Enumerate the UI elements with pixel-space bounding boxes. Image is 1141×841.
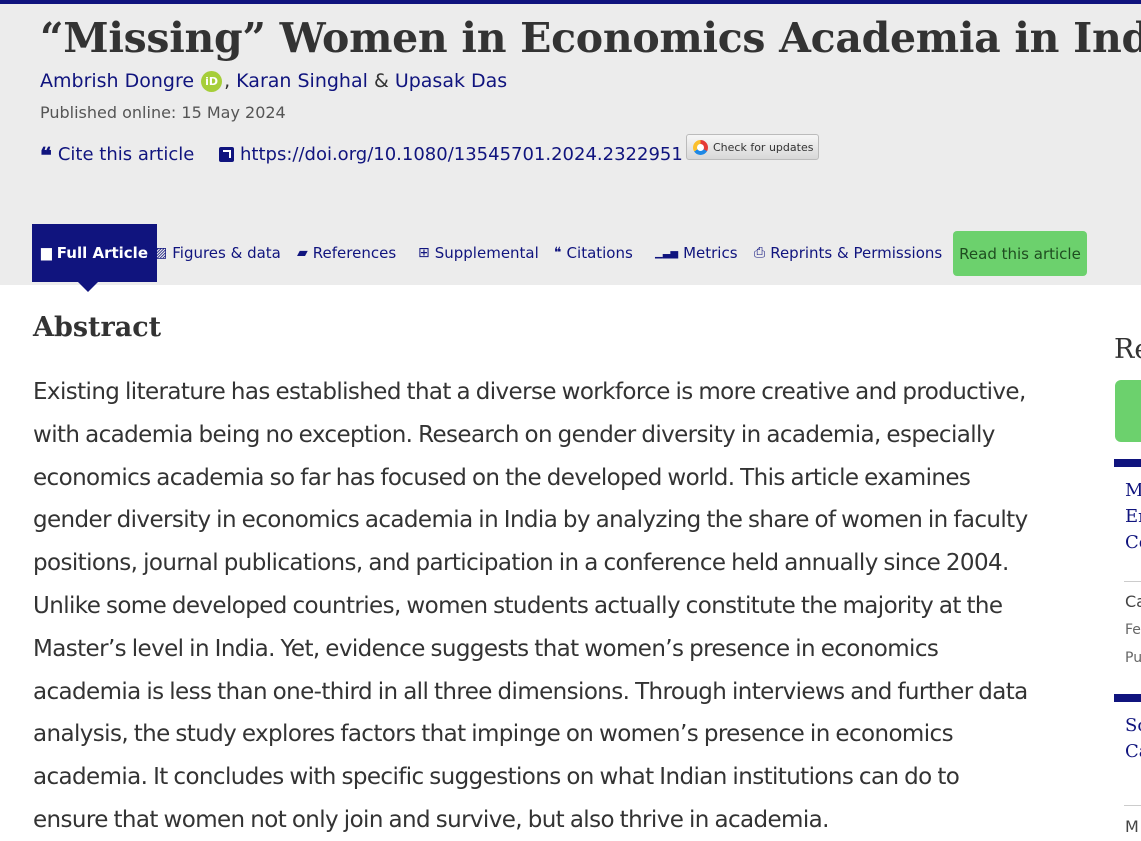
article-title: “Missing” Women in Economics Academia in…	[40, 14, 1141, 62]
cite-article-link[interactable]: ❝ Cite this article	[40, 142, 195, 169]
abstract-line: positions, journal publications, and par…	[33, 550, 1009, 577]
sidebar-divider	[1124, 805, 1141, 806]
tab-metrics[interactable]: ▁▃▅ Metrics	[655, 224, 738, 282]
sidebar-item-title[interactable]: Er	[1125, 506, 1141, 527]
article-tabs: ▆ Full Article ▨ Figures & data ▰ Refere…	[0, 224, 1141, 292]
abstract-line: academia. It concludes with specific sug…	[33, 764, 960, 791]
abstract-line: Unlike some developed countries, women s…	[33, 592, 1003, 619]
sidebar-item-meta: Fe	[1125, 622, 1141, 638]
external-link-icon	[219, 147, 234, 162]
author-link-dongre[interactable]: Ambrish Dongre	[40, 70, 194, 92]
sidebar-heading: Re	[1114, 334, 1141, 365]
tab-citations[interactable]: ❝ Citations	[554, 224, 633, 282]
bar-chart-icon: ▁▃▅	[655, 247, 679, 259]
tab-figures-data[interactable]: ▨ Figures & data	[154, 224, 281, 282]
crossmark-icon	[693, 139, 708, 155]
sidebar-item-title[interactable]: So	[1125, 715, 1141, 736]
author-separator-amp: &	[373, 70, 389, 92]
abstract-line: Existing literature has established that…	[33, 379, 1026, 405]
sidebar-divider	[1124, 581, 1141, 582]
check-for-updates-button[interactable]: Check for updates	[686, 134, 819, 160]
file-icon: ▆	[41, 245, 52, 261]
doi-link[interactable]: https://doi.org/10.1080/13545701.2024.23…	[219, 144, 683, 165]
tab-references[interactable]: ▰ References	[297, 224, 396, 282]
sidebar-item-author: M	[1125, 817, 1139, 836]
cite-label: Cite this article	[57, 144, 195, 165]
book-icon: ▰	[297, 245, 308, 261]
quote-icon: ❝	[554, 245, 562, 261]
image-icon: ▨	[154, 245, 168, 261]
abstract-line: analysis, the study explores factors tha…	[33, 721, 954, 748]
orcid-icon[interactable]: iD	[201, 70, 223, 92]
published-date: Published online: 15 May 2024	[40, 103, 286, 122]
abstract-heading: Abstract	[33, 312, 162, 343]
sidebar-green-button[interactable]	[1115, 380, 1141, 442]
abstract-line: Master’s level in India. Yet, evidence s…	[33, 635, 939, 662]
related-sidebar: Re M Er Co Ca Fe Pu So Ca M	[1114, 285, 1141, 841]
plus-square-icon: ⊞	[418, 245, 430, 261]
tab-full-article[interactable]: ▆ Full Article	[32, 224, 157, 292]
doi-text: https://doi.org/10.1080/13545701.2024.23…	[240, 144, 683, 165]
sidebar-item-meta: Pu	[1125, 650, 1141, 666]
sidebar-item-author: Ca	[1125, 592, 1141, 611]
sidebar-item-title[interactable]: Co	[1125, 532, 1141, 553]
tab-reprints-permissions[interactable]: ⎙ Reprints & Permissions	[754, 224, 942, 282]
author-link-das[interactable]: Upasak Das	[395, 70, 507, 92]
author-link-singhal[interactable]: Karan Singhal	[236, 70, 368, 92]
sidebar-item-title[interactable]: M	[1125, 480, 1141, 501]
abstract-line: with academia being no exception. Resear…	[33, 421, 995, 448]
print-icon: ⎙	[754, 245, 766, 261]
abstract-line: economics academia so far has focused on…	[33, 464, 971, 491]
abstract-text: Existing literature has established that…	[33, 371, 1063, 841]
sidebar-card-bar	[1114, 459, 1141, 467]
abstract-line: gender diversity in economics academia i…	[33, 507, 1028, 534]
check-updates-label: Check for updates	[713, 140, 814, 154]
read-article-button[interactable]: Read this article	[953, 231, 1087, 276]
sidebar-item-title[interactable]: Ca	[1125, 741, 1141, 762]
abstract-line: ensure that women not only join and surv…	[33, 806, 829, 833]
author-list: Ambrish Dongre iD , Karan Singhal & Upas…	[40, 70, 507, 92]
sidebar-card-bar	[1114, 694, 1141, 702]
tab-supplemental[interactable]: ⊞ Supplemental	[418, 224, 539, 282]
quote-icon: ❝	[40, 142, 52, 169]
abstract-line: academia is less than one-third in all t…	[33, 678, 1028, 705]
